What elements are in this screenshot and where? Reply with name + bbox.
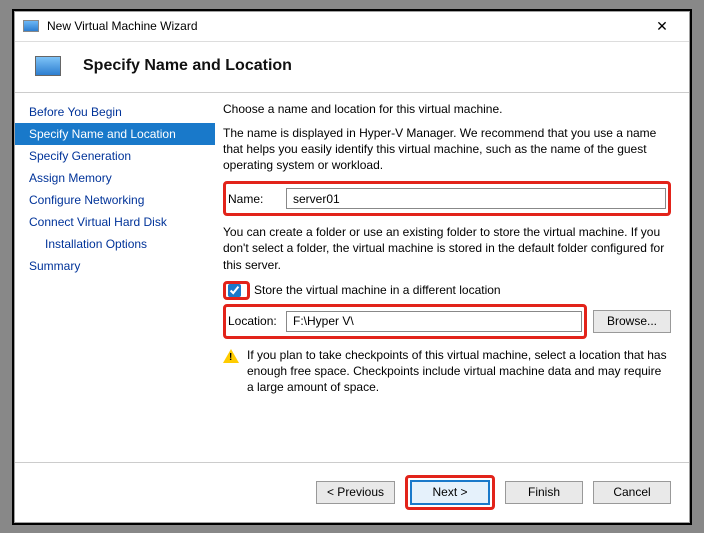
sidebar-step[interactable]: Installation Options	[15, 233, 215, 255]
name-input[interactable]	[286, 188, 666, 209]
sidebar-step[interactable]: Connect Virtual Hard Disk	[15, 211, 215, 233]
finish-button[interactable]: Finish	[505, 481, 583, 504]
store-checkbox-highlight	[223, 281, 250, 300]
window-title: New Virtual Machine Wizard	[47, 19, 643, 33]
sidebar-step[interactable]: Specify Name and Location	[15, 123, 215, 145]
location-row-highlight: Location:	[223, 304, 587, 339]
store-different-location-checkbox[interactable]	[228, 284, 241, 297]
vm-icon	[35, 56, 61, 76]
close-icon[interactable]: ✕	[643, 13, 681, 39]
browse-button[interactable]: Browse...	[593, 310, 671, 333]
name-label: Name:	[228, 191, 286, 207]
location-help-text: You can create a folder or use an existi…	[223, 224, 671, 273]
wizard-window: New Virtual Machine Wizard ✕ Specify Nam…	[14, 11, 690, 523]
footer-buttons: < Previous Next > Finish Cancel	[15, 462, 689, 522]
location-input[interactable]	[286, 311, 582, 332]
store-checkbox-label: Store the virtual machine in a different…	[254, 282, 501, 298]
sidebar-step[interactable]: Before You Begin	[15, 101, 215, 123]
page-title: Specify Name and Location	[83, 57, 292, 75]
next-button[interactable]: Next >	[411, 481, 489, 504]
cancel-button[interactable]: Cancel	[593, 481, 671, 504]
name-help-text: The name is displayed in Hyper-V Manager…	[223, 125, 671, 174]
titlebar: New Virtual Machine Wizard ✕	[15, 12, 689, 42]
page-header: Specify Name and Location	[15, 42, 689, 93]
previous-button[interactable]: < Previous	[316, 481, 395, 504]
next-button-highlight: Next >	[405, 475, 495, 510]
sidebar-step[interactable]: Assign Memory	[15, 167, 215, 189]
content-pane: Choose a name and location for this virt…	[215, 93, 689, 462]
warning-icon	[223, 349, 239, 363]
sidebar-step[interactable]: Configure Networking	[15, 189, 215, 211]
intro-text: Choose a name and location for this virt…	[223, 101, 671, 117]
warning-text: If you plan to take checkpoints of this …	[247, 347, 671, 396]
wizard-steps-sidebar: Before You BeginSpecify Name and Locatio…	[15, 93, 215, 462]
name-row-highlight: Name:	[223, 181, 671, 216]
sidebar-step[interactable]: Summary	[15, 255, 215, 277]
sidebar-step[interactable]: Specify Generation	[15, 145, 215, 167]
app-icon	[23, 20, 39, 32]
location-label: Location:	[228, 313, 286, 329]
